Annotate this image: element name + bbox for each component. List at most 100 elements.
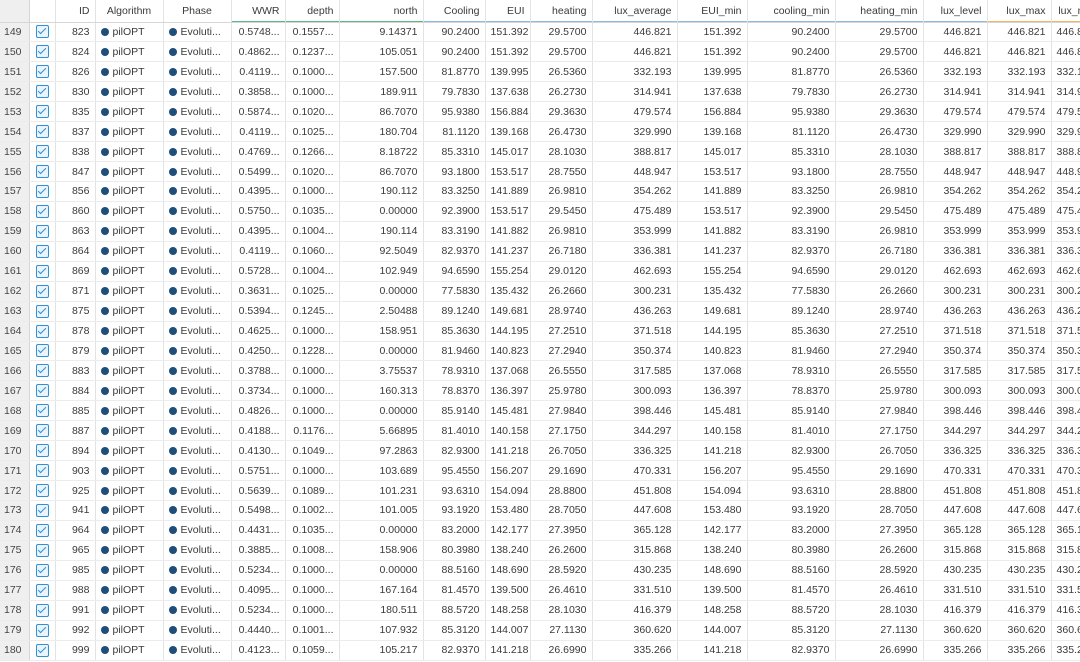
cell-eui: 151.392: [485, 41, 531, 63]
row-checkbox[interactable]: [35, 204, 49, 218]
table-row[interactable]: 156 847 pilOPT Evoluti... 0.5499... 0.1020...…: [0, 161, 1080, 182]
row-checkbox[interactable]: [35, 424, 49, 438]
row-select-cell: [29, 640, 56, 661]
table-row[interactable]: 171 903 pilOPT Evoluti... 0.5751... 0.1000...…: [0, 460, 1080, 482]
cell-lux-max: 300.093: [987, 380, 1052, 402]
row-checkbox[interactable]: [35, 543, 49, 557]
table-row[interactable]: 150 824 pilOPT Evoluti... 0.4862... 0.1237...…: [0, 41, 1080, 63]
table-row[interactable]: 172 925 pilOPT Evoluti... 0.5639... 0.1089...…: [0, 480, 1080, 501]
col-header-lux-level[interactable]: lux_level: [923, 0, 988, 23]
row-checkbox[interactable]: [35, 563, 49, 577]
row-checkbox[interactable]: [35, 85, 49, 99]
row-checkbox[interactable]: [35, 25, 49, 39]
col-header-north[interactable]: north: [339, 0, 424, 23]
row-checkbox[interactable]: [35, 304, 49, 318]
table-row[interactable]: 174 964 pilOPT Evoluti... 0.4431... 0.1035...…: [0, 520, 1080, 541]
col-header-cooling-min[interactable]: cooling_min: [747, 0, 836, 23]
col-header-heating-min[interactable]: heating_min: [835, 0, 924, 23]
table-row[interactable]: 170 894 pilOPT Evoluti... 0.4130... 0.1049...…: [0, 440, 1080, 462]
table-row[interactable]: 169 887 pilOPT Evoluti... 0.4188... 0.1176...…: [0, 420, 1080, 442]
row-checkbox[interactable]: [35, 324, 49, 338]
table-row[interactable]: 153 835 pilOPT Evoluti... 0.5874... 0.1020...…: [0, 101, 1080, 123]
table-row[interactable]: 154 837 pilOPT Evoluti... 0.4119... 0.1025...…: [0, 121, 1080, 143]
row-checkbox[interactable]: [35, 105, 49, 119]
row-checkbox[interactable]: [35, 284, 49, 298]
cell-north: 158.906: [339, 540, 424, 561]
cell-phase: Evoluti...: [163, 161, 232, 182]
table-row[interactable]: 151 826 pilOPT Evoluti... 0.4119... 0.1000...…: [0, 61, 1080, 83]
table-row[interactable]: 155 838 pilOPT Evoluti... 0.4769... 0.1266...…: [0, 141, 1080, 163]
cell-lux-min: 371.518: [1051, 321, 1080, 342]
cell-heating-min: 28.9740: [835, 301, 924, 322]
table-row[interactable]: 179 992 pilOPT Evoluti... 0.4440... 0.1001...…: [0, 620, 1080, 641]
col-header-lux-min[interactable]: lux_min: [1051, 0, 1080, 23]
table-row[interactable]: 163 875 pilOPT Evoluti... 0.5394... 0.1245...…: [0, 301, 1080, 322]
row-checkbox[interactable]: [35, 224, 49, 238]
cell-lux-max: 448.947: [987, 161, 1052, 182]
row-checkbox[interactable]: [35, 264, 49, 278]
cell-wwr: 0.5751...: [231, 460, 286, 482]
table-row[interactable]: 167 884 pilOPT Evoluti... 0.3734... 0.1000...…: [0, 380, 1080, 402]
row-checkbox[interactable]: [35, 244, 49, 258]
row-checkbox[interactable]: [35, 643, 49, 657]
row-checkbox[interactable]: [35, 65, 49, 79]
row-checkbox[interactable]: [35, 523, 49, 537]
table-row[interactable]: 168 885 pilOPT Evoluti... 0.4826... 0.1000...…: [0, 400, 1080, 422]
cell-depth: 0.1089...: [285, 480, 340, 501]
row-checkbox[interactable]: [35, 484, 49, 498]
table-row[interactable]: 149 823 pilOPT Evoluti... 0.5748... 0.1557...…: [0, 22, 1080, 43]
col-header-phase[interactable]: Phase: [163, 0, 232, 23]
col-header-lux-average[interactable]: lux_average: [592, 0, 678, 23]
col-header-cooling[interactable]: Cooling: [423, 0, 486, 23]
row-checkbox[interactable]: [35, 364, 49, 378]
col-header-algorithm[interactable]: Algorithm: [95, 0, 164, 23]
col-header-id[interactable]: ID: [55, 0, 96, 23]
row-checkbox[interactable]: [35, 145, 49, 159]
table-row[interactable]: 160 864 pilOPT Evoluti... 0.4119... 0.1060...…: [0, 241, 1080, 262]
row-checkbox[interactable]: [35, 344, 49, 358]
cell-lux-min: 416.379: [1051, 600, 1080, 621]
row-checkbox[interactable]: [35, 503, 49, 517]
table-row[interactable]: 161 869 pilOPT Evoluti... 0.5728... 0.1004...…: [0, 261, 1080, 282]
col-header-eui[interactable]: EUI: [485, 0, 531, 23]
col-header-lux-max[interactable]: lux_max: [987, 0, 1052, 23]
select-column-header[interactable]: [29, 0, 56, 23]
table-row[interactable]: 164 878 pilOPT Evoluti... 0.4625... 0.1000...…: [0, 321, 1080, 342]
row-checkbox[interactable]: [35, 384, 49, 398]
status-dot-icon: [168, 646, 177, 655]
table-row[interactable]: 166 883 pilOPT Evoluti... 0.3788... 0.1000...…: [0, 360, 1080, 382]
table-row[interactable]: 157 856 pilOPT Evoluti... 0.4395... 0.1000...…: [0, 181, 1080, 202]
row-checkbox[interactable]: [35, 184, 49, 198]
cell-heating: 27.3950: [530, 520, 593, 541]
table-row[interactable]: 177 988 pilOPT Evoluti... 0.4095... 0.1000...…: [0, 580, 1080, 601]
row-checkbox[interactable]: [35, 165, 49, 179]
row-checkbox[interactable]: [35, 404, 49, 418]
table-row[interactable]: 176 985 pilOPT Evoluti... 0.5234... 0.1000...…: [0, 560, 1080, 581]
cell-lux-max: 317.585: [987, 360, 1052, 382]
table-row[interactable]: 173 941 pilOPT Evoluti... 0.5498... 0.1002...…: [0, 500, 1080, 521]
row-checkbox[interactable]: [35, 45, 49, 59]
row-checkbox[interactable]: [35, 464, 49, 478]
col-header-heating[interactable]: heating: [530, 0, 593, 23]
table-row[interactable]: 175 965 pilOPT Evoluti... 0.3885... 0.1008...…: [0, 540, 1080, 561]
row-checkbox[interactable]: [35, 623, 49, 637]
cell-wwr: 0.4395...: [231, 181, 286, 202]
cell-wwr: 0.5234...: [231, 600, 286, 621]
row-checkbox[interactable]: [35, 444, 49, 458]
row-checkbox[interactable]: [35, 583, 49, 597]
table-row[interactable]: 165 879 pilOPT Evoluti... 0.4250... 0.1228...…: [0, 341, 1080, 362]
table-row[interactable]: 152 830 pilOPT Evoluti... 0.3858... 0.1000...…: [0, 81, 1080, 103]
col-header-depth[interactable]: depth: [285, 0, 340, 23]
cell-algorithm-text: pilOPT: [112, 325, 145, 338]
table-row[interactable]: 178 991 pilOPT Evoluti... 0.5234... 0.1000...…: [0, 600, 1080, 621]
table-row[interactable]: 158 860 pilOPT Evoluti... 0.5750... 0.1035...…: [0, 201, 1080, 222]
table-row[interactable]: 180 999 pilOPT Evoluti... 0.4123... 0.1059...…: [0, 640, 1080, 661]
col-header-wwr[interactable]: WWR: [231, 0, 286, 23]
row-checkbox[interactable]: [35, 603, 49, 617]
col-header-eui-min[interactable]: EUI_min: [677, 0, 748, 23]
table-row[interactable]: 159 863 pilOPT Evoluti... 0.4395... 0.1004...…: [0, 221, 1080, 242]
row-checkbox[interactable]: [35, 125, 49, 139]
table-row[interactable]: 162 871 pilOPT Evoluti... 0.3631... 0.1025...…: [0, 281, 1080, 302]
row-select-cell: [29, 181, 56, 202]
cell-lux-level: 451.808: [923, 480, 988, 501]
